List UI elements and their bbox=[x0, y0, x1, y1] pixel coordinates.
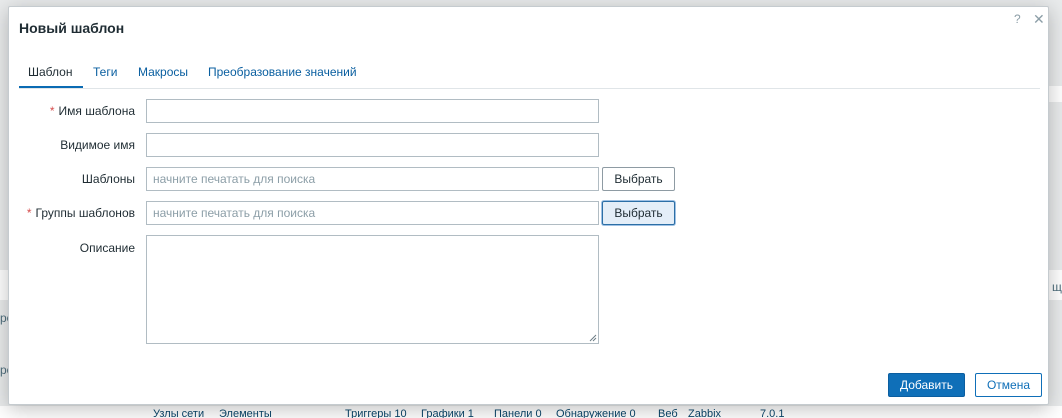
description-textarea[interactable] bbox=[146, 235, 599, 344]
background-link[interactable]: Элементы bbox=[219, 408, 272, 418]
required-marker: * bbox=[26, 206, 32, 220]
template-groups-select-button[interactable]: Выбрать bbox=[602, 201, 675, 225]
dialog-title: Новый шаблон bbox=[19, 20, 125, 36]
visible-name-label: Видимое имя bbox=[60, 138, 135, 152]
templates-search-input[interactable] bbox=[146, 167, 599, 191]
background-link: 7.0.1 bbox=[760, 408, 785, 418]
template-name-input[interactable] bbox=[146, 99, 599, 123]
background-link[interactable]: Узлы сети bbox=[153, 408, 204, 418]
background-link[interactable]: Панели 0 bbox=[494, 408, 542, 418]
cancel-button[interactable]: Отмена bbox=[975, 373, 1042, 397]
tab-tags[interactable]: Теги bbox=[93, 65, 117, 89]
visible-name-input[interactable] bbox=[146, 133, 599, 157]
tab-divider bbox=[19, 88, 1040, 89]
template-groups-search-input[interactable] bbox=[146, 201, 599, 225]
new-template-dialog: Новый шаблон ? ✕ Шаблон Теги Макросы Пре… bbox=[8, 6, 1049, 405]
templates-select-button[interactable]: Выбрать bbox=[602, 167, 675, 191]
template-groups-label-text: Группы шаблонов bbox=[35, 206, 135, 220]
background-row bbox=[0, 270, 8, 300]
template-groups-label: * Группы шаблонов bbox=[27, 206, 135, 220]
close-icon[interactable]: ✕ bbox=[1033, 11, 1045, 27]
add-button[interactable]: Добавить bbox=[888, 373, 965, 397]
tab-template[interactable]: Шаблон bbox=[19, 65, 83, 89]
background-link[interactable]: Веб bbox=[658, 408, 678, 418]
help-icon[interactable]: ? bbox=[1014, 11, 1021, 27]
background-text: щ bbox=[1052, 280, 1062, 294]
template-name-label-text: Имя шаблона bbox=[58, 104, 135, 118]
resize-grip-icon[interactable] bbox=[589, 334, 597, 342]
required-marker: * bbox=[49, 104, 55, 118]
template-name-label: * Имя шаблона bbox=[50, 104, 135, 118]
background-link[interactable]: Графики 1 bbox=[421, 408, 474, 418]
tab-macros[interactable]: Макросы bbox=[138, 65, 188, 89]
templates-label: Шаблоны bbox=[81, 172, 135, 186]
background-text: ро bbox=[0, 311, 8, 325]
background-link[interactable]: Триггеры 10 bbox=[345, 408, 407, 418]
background-nav-links: Узлы сети Элементы Триггеры 10 Графики 1… bbox=[0, 406, 1062, 418]
background-row bbox=[1049, 86, 1062, 102]
background-link[interactable]: Zabbix bbox=[688, 408, 721, 418]
background-text: ро bbox=[0, 363, 8, 377]
tab-value-mapping[interactable]: Преобразование значений bbox=[208, 65, 357, 89]
background-link[interactable]: Обнаружение 0 bbox=[556, 408, 636, 418]
description-label: Описание bbox=[79, 241, 135, 255]
